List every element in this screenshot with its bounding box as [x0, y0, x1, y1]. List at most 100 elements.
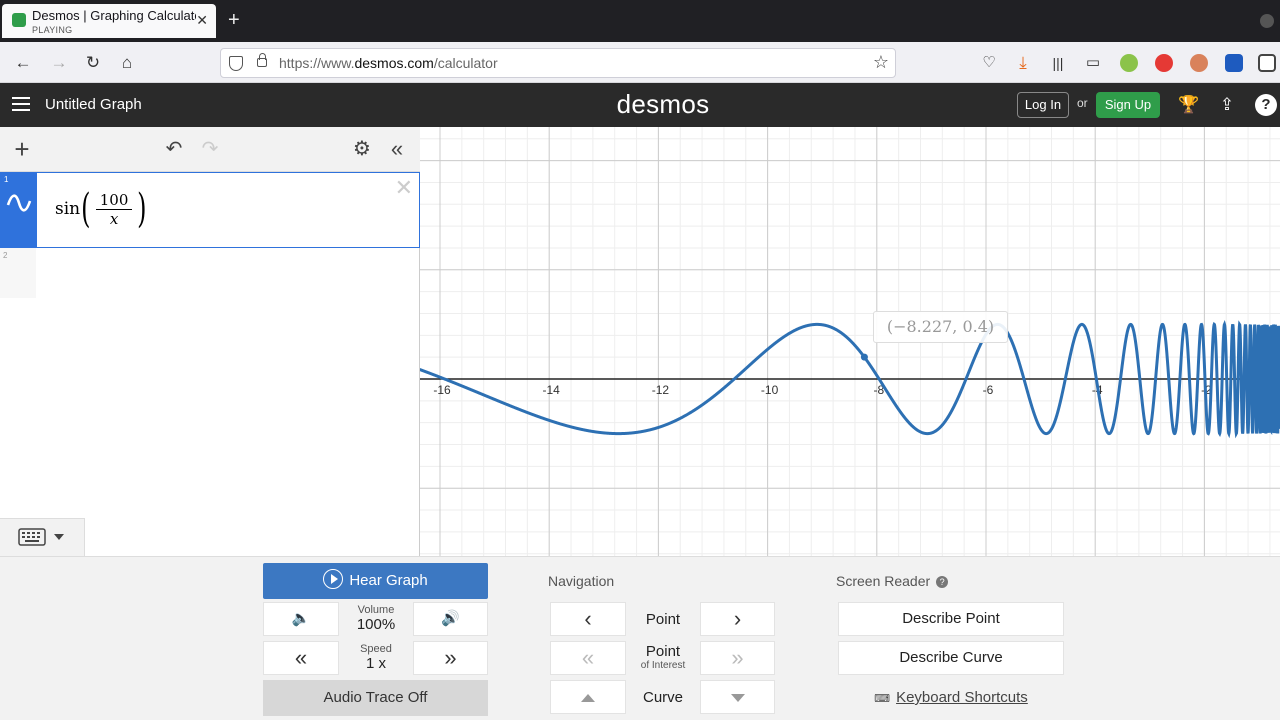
double-chevron-right-icon: »: [731, 645, 744, 670]
download-icon[interactable]: ⤓: [1012, 52, 1034, 74]
desmos-favicon-icon: [12, 13, 26, 27]
signup-button[interactable]: Sign Up: [1096, 92, 1160, 118]
desmos-header: Untitled Graph desmos Log In or Sign Up …: [0, 83, 1280, 127]
forward-icon[interactable]: →: [48, 52, 70, 74]
back-icon[interactable]: ←: [12, 52, 34, 74]
expression-color-tab[interactable]: 1: [1, 173, 37, 247]
audio-trace-toggle[interactable]: Audio Trace Off: [263, 680, 488, 716]
keyboard-icon: ⌨: [874, 693, 891, 705]
volume-up-button[interactable]: 🔊: [413, 602, 488, 636]
navigation-title: Navigation: [548, 573, 615, 589]
settings-gear-icon[interactable]: ⚙: [350, 137, 374, 161]
expression-math[interactable]: sin ( 100 x ): [55, 189, 148, 229]
bookmark-star-icon[interactable]: ☆: [873, 52, 889, 73]
next-point-button[interactable]: ›: [700, 602, 775, 636]
help-icon[interactable]: ?: [936, 576, 949, 589]
lock-icon[interactable]: [257, 53, 267, 67]
expression-toolbar: + ↶ ↷ ⚙ «: [0, 127, 420, 172]
library-icon[interactable]: |||: [1047, 52, 1069, 74]
new-tab-icon[interactable]: +: [228, 9, 240, 32]
expression-index: 2: [3, 251, 8, 260]
add-expression-icon[interactable]: +: [10, 136, 34, 162]
volume-label: Volume: [357, 604, 395, 616]
describe-curve-button[interactable]: Describe Curve: [838, 641, 1064, 675]
url-bar[interactable]: https://www.desmos.com/calculator ☆: [220, 48, 896, 78]
fraction: 100 x: [95, 191, 133, 228]
tracking-shield-icon[interactable]: [229, 56, 243, 71]
window-control-icon[interactable]: [1260, 14, 1274, 28]
tab-playing-label: PLAYING: [32, 25, 73, 35]
redo-icon[interactable]: ↷: [198, 137, 222, 161]
nav-curve-label: Curve: [642, 689, 683, 706]
trophy-icon[interactable]: 🏆: [1178, 94, 1200, 116]
graph-wave-icon[interactable]: [4, 191, 34, 215]
graph-title[interactable]: Untitled Graph: [45, 96, 142, 113]
double-chevron-left-icon: «: [581, 645, 595, 670]
speed-value: 1 x: [365, 655, 386, 672]
chevron-left-icon: ‹: [584, 606, 592, 631]
browser-nav-bar: ← → ↻ ⌂ https://www.desmos.com/calculato…: [0, 42, 1280, 83]
graph-paper[interactable]: -16 -14 -12 -10 -8 -6 -4 -2: [420, 127, 1280, 556]
nav-poi-line2: of Interest: [640, 660, 686, 671]
collapse-panel-icon[interactable]: «: [385, 137, 409, 161]
empty-expression-row[interactable]: 2: [0, 248, 420, 298]
hear-graph-button[interactable]: Hear Graph: [263, 563, 488, 599]
tab-title: Desmos | Graphing Calculator: [32, 8, 196, 23]
play-icon: [323, 569, 344, 590]
extension-palette-icon[interactable]: [1190, 54, 1208, 72]
previous-curve-button[interactable]: [550, 680, 626, 714]
desmos-logo: desmos: [616, 89, 710, 119]
triangle-down-icon: [730, 694, 745, 702]
volume-up-icon: 🔊: [441, 610, 460, 627]
home-icon[interactable]: ⌂: [116, 52, 138, 74]
x-tick-label: -16: [433, 383, 451, 397]
speed-up-button[interactable]: »: [413, 641, 488, 675]
extension-green-icon[interactable]: [1120, 54, 1138, 72]
audio-trace-panel: Hear Graph 🔈 Volume 100% 🔊 « Speed 1 x »…: [0, 556, 1280, 720]
speed-down-button[interactable]: «: [263, 641, 339, 675]
help-icon[interactable]: ?: [1255, 94, 1277, 116]
describe-point-button[interactable]: Describe Point: [838, 602, 1064, 636]
keyboard-toggle[interactable]: [0, 518, 85, 556]
double-chevron-right-icon: »: [444, 645, 457, 670]
reload-icon[interactable]: ↻: [82, 52, 104, 74]
close-tab-icon[interactable]: ✕: [196, 12, 208, 29]
nav-point-label: Point: [645, 611, 681, 628]
next-poi-button[interactable]: »: [700, 641, 775, 675]
graph-canvas[interactable]: -16 -14 -12 -10 -8 -6 -4 -2: [420, 127, 1280, 556]
speed-label: Speed: [360, 643, 392, 655]
extensions-menu-icon[interactable]: [1258, 54, 1276, 72]
menu-icon[interactable]: [12, 97, 30, 111]
delete-expression-icon[interactable]: ✕: [395, 175, 413, 201]
screen-reader-title: Screen Reader?: [836, 573, 949, 589]
previous-poi-button[interactable]: «: [550, 641, 626, 675]
login-button[interactable]: Log In: [1017, 92, 1069, 118]
chevron-right-icon: ›: [733, 606, 742, 631]
numerator: 100: [95, 191, 133, 210]
sin-function: sin: [55, 199, 81, 219]
bitwarden-icon[interactable]: [1225, 54, 1243, 72]
coordinate-tooltip: (−8.227, 0.4): [873, 311, 1008, 343]
url-text[interactable]: https://www.desmos.com/calculator: [279, 55, 498, 71]
share-icon[interactable]: ⇪: [1216, 94, 1238, 116]
keyboard-icon[interactable]: [0, 519, 85, 557]
sidebar-icon[interactable]: ▭: [1082, 52, 1104, 74]
keyboard-shortcuts-link[interactable]: ⌨ Keyboard Shortcuts: [838, 689, 1064, 706]
trace-point: [860, 353, 868, 361]
next-curve-button[interactable]: [700, 680, 775, 714]
x-tick-label: -6: [983, 383, 994, 397]
nav-poi-label: Point of Interest: [626, 643, 700, 671]
or-label: or: [1077, 96, 1088, 110]
adblock-icon[interactable]: [1155, 54, 1173, 72]
undo-icon[interactable]: ↶: [162, 137, 186, 161]
previous-point-button[interactable]: ‹: [550, 602, 626, 636]
volume-display: Volume 100%: [339, 604, 413, 633]
expression-row[interactable]: 1 sin ( 100 x ) ✕: [0, 172, 420, 248]
expression-tab: 2: [0, 248, 36, 298]
browser-tab[interactable]: Desmos | Graphing Calculator PLAYING ✕: [2, 4, 216, 38]
expression-index: 1: [4, 175, 9, 184]
pocket-icon[interactable]: ♡: [978, 52, 1000, 74]
x-tick-label: -12: [652, 383, 670, 397]
volume-down-button[interactable]: 🔈: [263, 602, 339, 636]
left-paren: (: [81, 186, 91, 232]
